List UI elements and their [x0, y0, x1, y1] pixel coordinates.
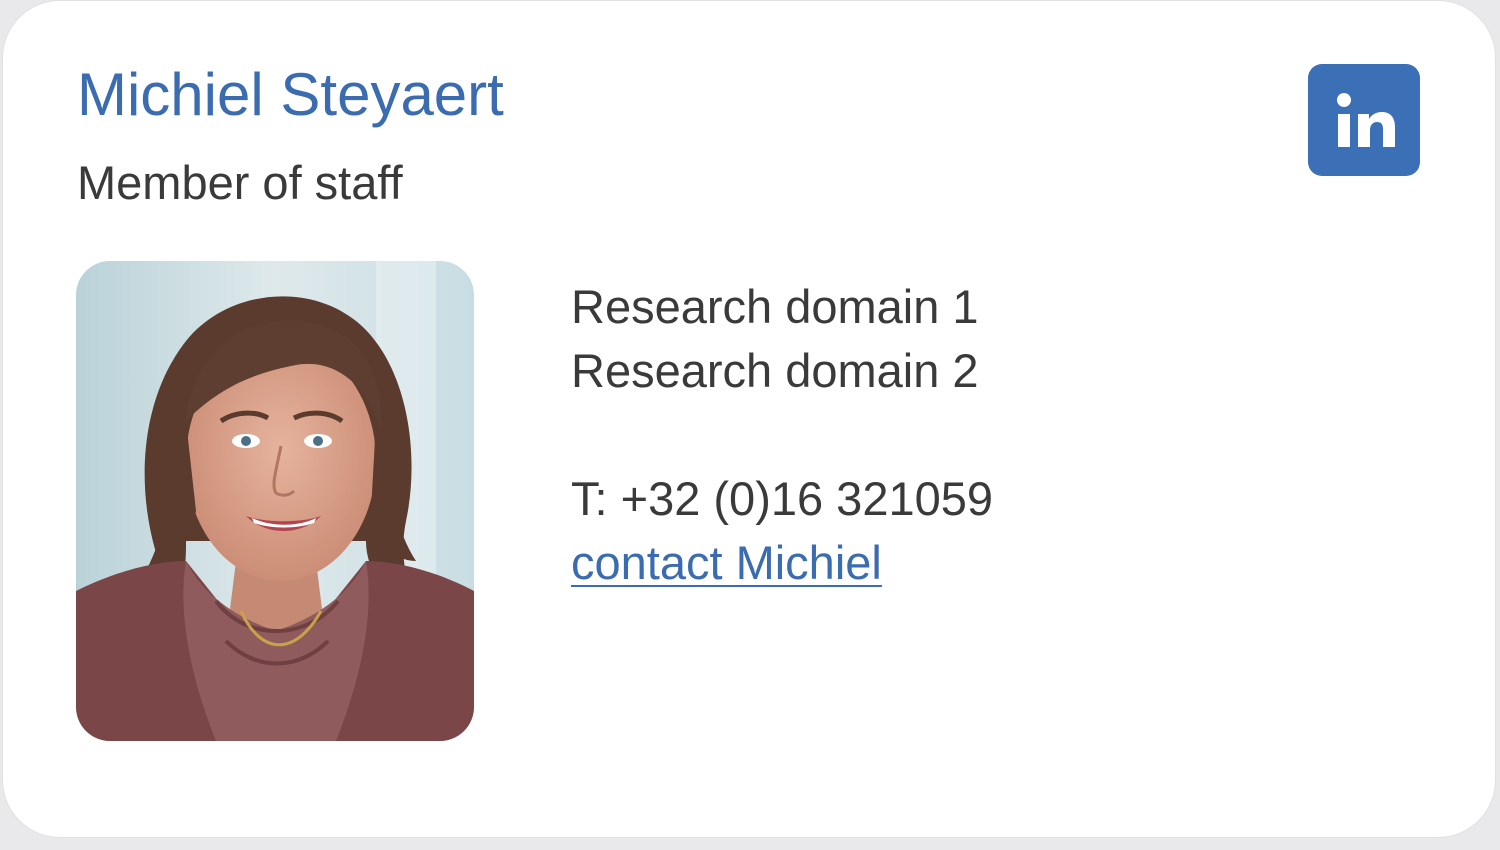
research-domain-2: Research domain 2 [571, 344, 979, 397]
contact-link[interactable]: contact Michiel [571, 536, 882, 589]
profile-card: Michiel Steyaert Member of staff Researc… [2, 0, 1496, 838]
profile-name: Michiel Steyaert [77, 61, 504, 128]
research-domain-1: Research domain 1 [571, 280, 979, 333]
linkedin-icon[interactable] [1308, 64, 1420, 176]
profile-role: Member of staff [77, 156, 403, 209]
phone-number: T: +32 (0)16 321059 [571, 472, 994, 525]
info-block: Research domain 1 Research domain 2 T: +… [571, 275, 993, 595]
profile-photo [76, 261, 474, 741]
